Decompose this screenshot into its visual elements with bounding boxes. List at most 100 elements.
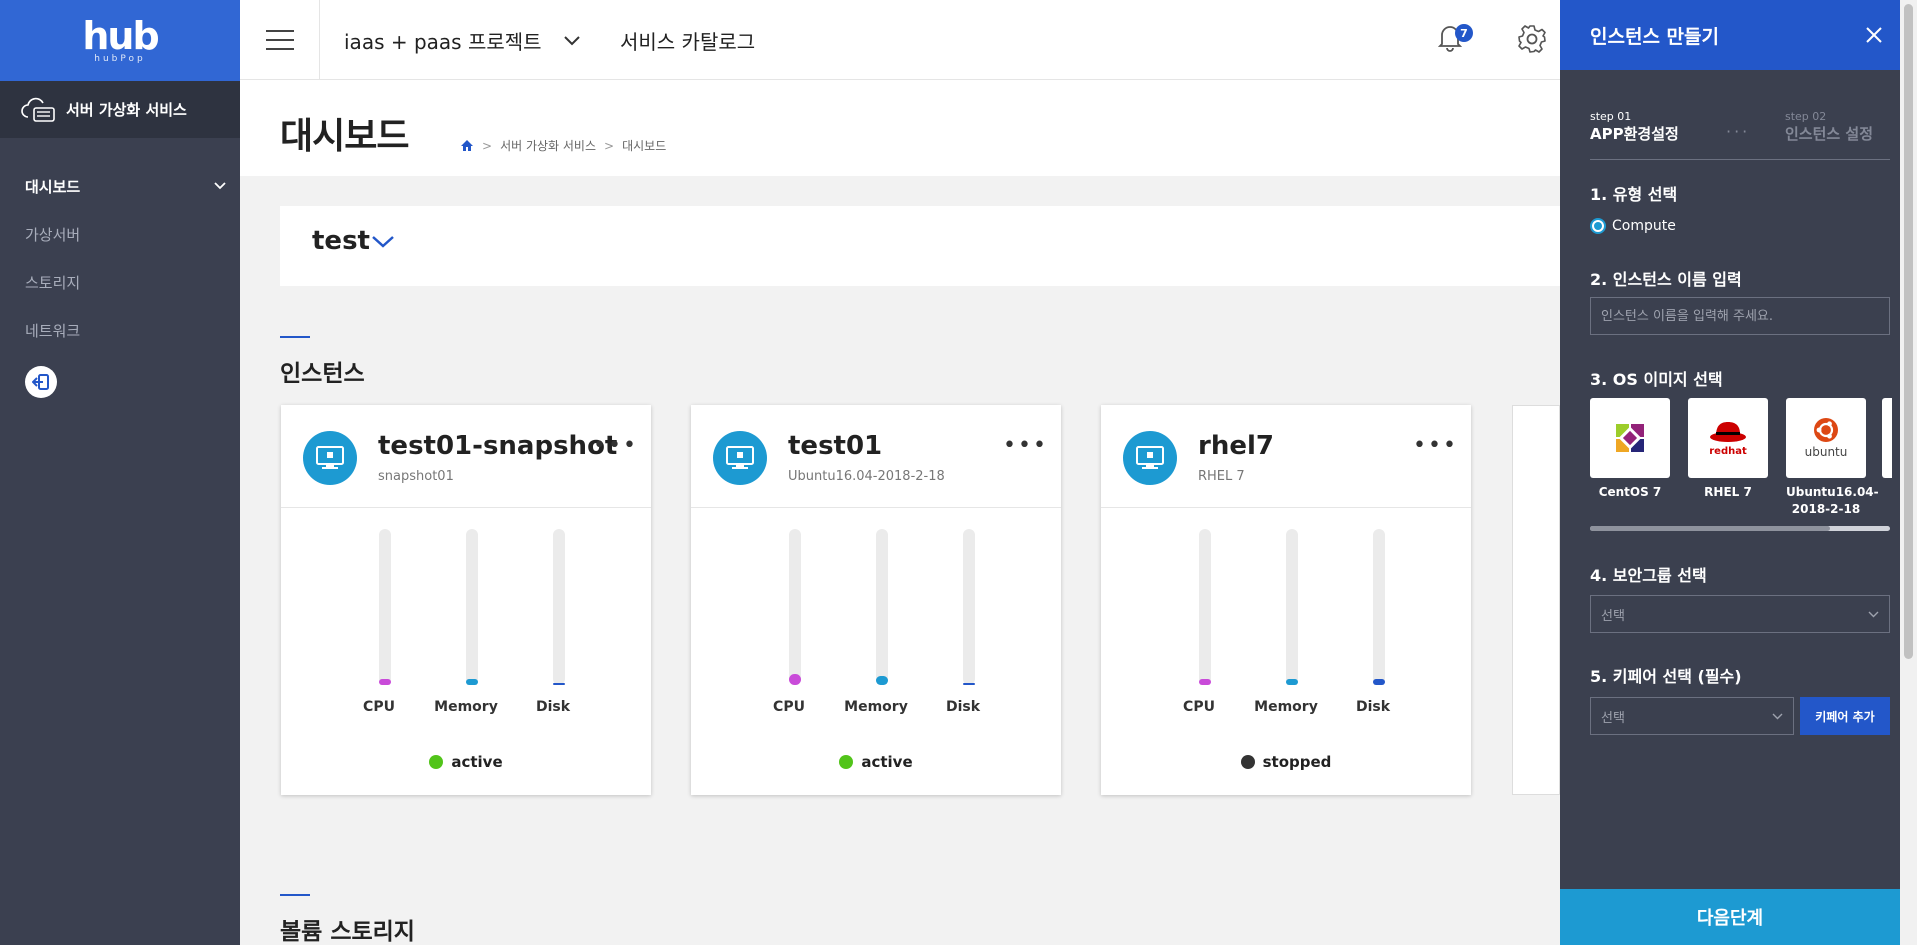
home-icon[interactable] xyxy=(460,139,474,152)
hubpop-logo[interactable]: hub hubPop xyxy=(0,0,240,81)
instances-section-title: 인스턴스 xyxy=(280,361,365,387)
instance-image: RHEL 7 xyxy=(1198,469,1245,484)
os-option-centos[interactable]: CentOS 7 xyxy=(1590,398,1670,501)
status-dot xyxy=(839,755,854,769)
service-catalog-link[interactable]: 서비스 카탈로그 xyxy=(620,26,755,55)
step-indicator: step 01 APP환경설정 ··· step 02 인스턴스 설정 xyxy=(1590,110,1890,160)
memory-gauge xyxy=(876,529,888,685)
sidebar-item-dashboard[interactable]: 대시보드 xyxy=(0,162,240,210)
disk-gauge xyxy=(553,529,565,685)
disk-gauge xyxy=(963,529,975,685)
more-options-icon[interactable]: ••• xyxy=(1003,433,1048,458)
redhat-logo-icon xyxy=(1710,421,1746,442)
ubuntu-logo-icon xyxy=(1814,418,1838,442)
cpu-label: CPU xyxy=(1183,699,1215,715)
sidebar-item-network[interactable]: 네트워크 xyxy=(0,306,240,354)
instance-card-partial xyxy=(1512,405,1560,795)
cpu-gauge-level xyxy=(1199,679,1211,685)
close-icon[interactable] xyxy=(1866,27,1882,43)
keypair-select[interactable]: 선택 xyxy=(1590,697,1794,735)
more-options-icon[interactable]: ••• xyxy=(593,433,638,458)
chevron-down-icon xyxy=(214,182,226,190)
project-dropdown[interactable]: iaas + paas 프로젝트 xyxy=(344,26,580,55)
top-bar: iaas + paas 프로젝트 서비스 카탈로그 7 xyxy=(240,0,1560,80)
status-text: active xyxy=(451,753,503,771)
instance-card[interactable]: test01-snapshot snapshot01 ••• CPU Memory Dis… xyxy=(281,405,651,795)
instance-card[interactable]: test01 Ubuntu16.04-2018-2-18 ••• CPU Memory D… xyxy=(691,405,1061,795)
memory-label: Memory xyxy=(844,699,908,715)
disk-label: Disk xyxy=(945,699,981,715)
centos-logo-icon xyxy=(1616,424,1644,452)
logout-button[interactable] xyxy=(25,366,57,398)
memory-gauge xyxy=(466,529,478,685)
add-keypair-button[interactable]: 키페어 추가 xyxy=(1800,697,1890,735)
gear-icon[interactable] xyxy=(1517,24,1547,54)
logo-text: hub xyxy=(82,13,159,58)
instance-status: stopped xyxy=(1101,753,1471,771)
sidebar-item-storage[interactable]: 스토리지 xyxy=(0,258,240,306)
status-dot xyxy=(429,755,444,769)
instance-name-input[interactable] xyxy=(1590,297,1890,335)
instance-avatar xyxy=(303,431,357,485)
sidebar-item-label: 스토리지 xyxy=(25,273,81,292)
cpu-label: CPU xyxy=(363,699,395,715)
chevron-down-icon xyxy=(1772,713,1783,719)
sidebar-item-virtual-server[interactable]: 가상서버 xyxy=(0,210,240,258)
type-select-title: 1. 유형 선택 xyxy=(1590,185,1678,204)
service-header[interactable]: 서버 가상화 서비스 xyxy=(0,81,240,138)
radio-button[interactable] xyxy=(1590,218,1606,234)
instance-status: active xyxy=(281,753,651,771)
os-scrollbar[interactable] xyxy=(1590,526,1890,531)
instance-status: active xyxy=(691,753,1061,771)
panel-header: 인스턴스 만들기 xyxy=(1560,0,1900,70)
card-header: test01 Ubuntu16.04-2018-2-18 ••• xyxy=(691,405,1061,508)
more-options-icon[interactable]: ••• xyxy=(1413,433,1458,458)
notification-badge: 7 xyxy=(1455,24,1473,42)
security-group-select[interactable]: 선택 xyxy=(1590,595,1890,633)
memory-label: Memory xyxy=(434,699,498,715)
breadcrumb-item[interactable]: 대시보드 xyxy=(622,137,666,154)
chevron-down-icon xyxy=(563,35,580,45)
page-scrollbar[interactable] xyxy=(1900,0,1917,945)
os-image-title: 3. OS 이미지 선택 xyxy=(1590,370,1723,389)
monitor-icon xyxy=(1136,446,1164,469)
instance-name[interactable]: rhel7 xyxy=(1198,431,1274,461)
scrollbar-thumb[interactable] xyxy=(1904,4,1913,659)
step-2[interactable]: step 02 인스턴스 설정 xyxy=(1785,110,1873,144)
os-option-ubuntu[interactable]: ubuntu Ubuntu16.04-2018-2-18 xyxy=(1786,398,1879,518)
cpu-gauge xyxy=(1199,529,1211,685)
step-title: APP환경설정 xyxy=(1590,125,1679,143)
os-tile: redhat xyxy=(1688,398,1768,478)
next-step-button[interactable]: 다음단계 xyxy=(1560,889,1900,945)
instance-name[interactable]: test01 xyxy=(788,431,882,461)
disk-label: Disk xyxy=(1355,699,1391,715)
disk-gauge xyxy=(1373,529,1385,685)
hamburger-icon xyxy=(265,30,294,50)
cpu-gauge-level xyxy=(789,674,801,685)
panel-title: 인스턴스 만들기 xyxy=(1590,25,1719,48)
create-instance-panel: 인스턴스 만들기 step 01 APP환경설정 ··· step 02 인스턴… xyxy=(1560,0,1900,945)
cpu-label: CPU xyxy=(773,699,805,715)
security-group-title: 4. 보안그룹 선택 xyxy=(1590,566,1707,585)
instance-name[interactable]: test01-snapshot xyxy=(378,431,617,461)
sidebar-item-label: 대시보드 xyxy=(25,177,81,196)
step-separator: ··· xyxy=(1726,122,1751,141)
step-1[interactable]: step 01 APP환경설정 xyxy=(1590,110,1679,144)
chevron-down-icon[interactable] xyxy=(372,236,394,248)
type-compute-radio[interactable]: Compute xyxy=(1590,218,1676,234)
scrollbar-thumb[interactable] xyxy=(1590,526,1830,531)
os-option-rhel[interactable]: redhat RHEL 7 xyxy=(1688,398,1768,501)
section-divider xyxy=(280,894,310,896)
step-number: step 01 xyxy=(1590,110,1632,123)
os-option-partial[interactable] xyxy=(1882,398,1892,478)
instance-name-title: 2. 인스턴스 이름 입력 xyxy=(1590,270,1742,289)
breadcrumb-item[interactable]: 서버 가상화 서비스 xyxy=(500,137,596,154)
ubuntu-logo-text: ubuntu xyxy=(1804,445,1848,459)
os-label: Ubuntu16.04-2018-2-18 xyxy=(1786,485,1879,516)
instance-card[interactable]: rhel7 RHEL 7 ••• CPU Memory Disk stopped xyxy=(1101,405,1471,795)
project-selector-name[interactable]: test xyxy=(312,226,370,256)
menu-toggle-button[interactable] xyxy=(240,0,320,80)
status-text: active xyxy=(861,753,913,771)
monitor-icon xyxy=(316,446,344,469)
status-dot xyxy=(1240,755,1255,769)
